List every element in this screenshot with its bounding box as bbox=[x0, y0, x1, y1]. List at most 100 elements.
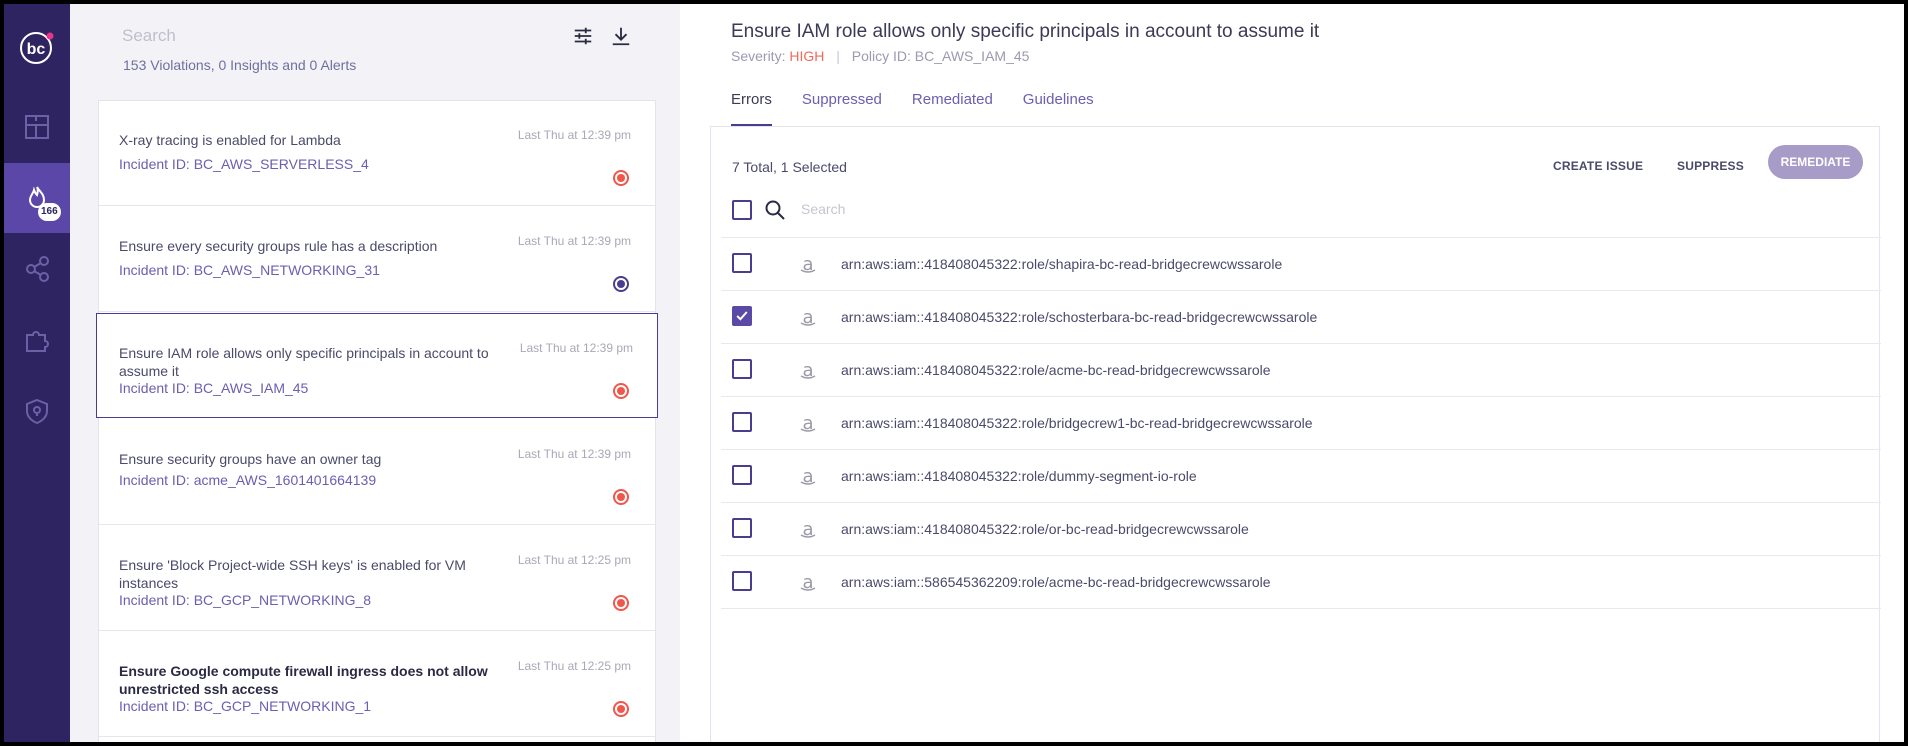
severity-indicator-icon bbox=[613, 276, 629, 292]
select-all-checkbox[interactable] bbox=[732, 200, 752, 220]
resource-checkbox[interactable] bbox=[732, 518, 752, 538]
shield-icon bbox=[26, 398, 48, 425]
resource-search-input[interactable] bbox=[801, 201, 1101, 217]
incident-card[interactable]: X-ray tracing is enabled for Lambda Inci… bbox=[99, 101, 655, 206]
resource-row: a arn:aws:iam::418408045322:role/dummy-s… bbox=[721, 449, 1881, 502]
incident-title: Ensure 'Block Project-wide SSH keys' is … bbox=[119, 557, 466, 591]
check-icon bbox=[736, 311, 748, 321]
incident-count-badge: 166 bbox=[38, 203, 61, 221]
resource-checkbox[interactable] bbox=[732, 306, 752, 326]
incident-card[interactable]: Ensure every security groups rule has a … bbox=[99, 207, 655, 312]
policy-meta: Severity: HIGH | Policy ID: BC_AWS_IAM_4… bbox=[731, 48, 1029, 64]
incident-title: Ensure Google compute firewall ingress d… bbox=[119, 663, 488, 697]
resource-row: a arn:aws:iam::418408045322:role/bridgec… bbox=[721, 396, 1881, 449]
incident-time: Last Thu at 12:39 pm bbox=[519, 341, 633, 355]
resource-arn: arn:aws:iam::418408045322:role/shapira-b… bbox=[841, 256, 1283, 272]
filter-button[interactable] bbox=[569, 22, 597, 50]
incident-time: Last Thu at 12:39 pm bbox=[517, 128, 631, 142]
resource-row: a arn:aws:iam::418408045322:role/acme-bc… bbox=[721, 343, 1881, 396]
incident-list-panel: 153 Violations, 0 Insights and 0 Alerts … bbox=[70, 4, 680, 742]
filter-sliders-icon bbox=[574, 27, 592, 45]
incident-time: Last Thu at 12:25 pm bbox=[517, 659, 631, 673]
download-icon bbox=[612, 27, 630, 46]
nav-graph[interactable] bbox=[4, 234, 70, 304]
tab-guidelines[interactable]: Guidelines bbox=[1023, 91, 1094, 127]
resource-checkbox[interactable] bbox=[732, 465, 752, 485]
incident-title: Ensure security groups have an owner tag bbox=[119, 451, 382, 467]
bridgecrew-logo-icon: bc bbox=[20, 32, 54, 64]
incident-time: Last Thu at 12:25 pm bbox=[517, 553, 631, 567]
incident-title: Ensure every security groups rule has a … bbox=[119, 238, 438, 254]
nav-rail: bc 166 bbox=[4, 4, 70, 742]
integrations-icon bbox=[26, 331, 49, 352]
incident-id: Incident ID: BC_AWS_SERVERLESS_4 bbox=[119, 156, 369, 172]
severity-indicator-icon bbox=[613, 595, 629, 611]
incident-time: Last Thu at 12:39 pm bbox=[517, 234, 631, 248]
incident-title: Ensure IAM role allows only specific pri… bbox=[119, 345, 489, 379]
tab-remediated[interactable]: Remediated bbox=[912, 91, 993, 127]
meta-separator: | bbox=[836, 48, 840, 64]
app-window: bc 166 Search 153 Violations, 0 Insights… bbox=[4, 4, 1904, 742]
nav-incidents[interactable]: 166 bbox=[4, 163, 70, 233]
nav-dashboard[interactable] bbox=[4, 92, 70, 162]
create-issue-button[interactable]: CREATE ISSUE bbox=[1553, 159, 1643, 173]
logo[interactable]: bc bbox=[17, 28, 57, 68]
tab-suppressed[interactable]: Suppressed bbox=[802, 91, 882, 127]
severity-indicator-icon bbox=[613, 170, 629, 186]
resource-arn: arn:aws:iam::418408045322:role/dummy-seg… bbox=[841, 468, 1197, 484]
resource-checkbox[interactable] bbox=[732, 412, 752, 432]
nav-integrations[interactable] bbox=[4, 305, 70, 375]
tab-errors[interactable]: Errors bbox=[731, 91, 772, 127]
resource-checkbox[interactable] bbox=[732, 253, 752, 273]
policy-id: Policy ID: BC_AWS_IAM_45 bbox=[851, 48, 1030, 64]
detail-tabs: Errors Suppressed Remediated Guidelines bbox=[731, 91, 1124, 127]
severity-indicator-icon bbox=[613, 383, 629, 399]
resource-row: a arn:aws:iam::418408045322:role/shapira… bbox=[721, 237, 1881, 290]
policy-title: Ensure IAM role allows only specific pri… bbox=[731, 21, 1320, 42]
search-icon bbox=[765, 200, 785, 220]
download-button[interactable] bbox=[607, 22, 635, 50]
incident-cards: X-ray tracing is enabled for Lambda Inci… bbox=[96, 100, 658, 742]
resource-arn: arn:aws:iam::418408045322:role/schosterb… bbox=[841, 309, 1318, 325]
dashboard-icon bbox=[25, 115, 49, 139]
severity-value: HIGH bbox=[789, 48, 825, 64]
table-divider bbox=[721, 608, 1881, 609]
incident-id: Incident ID: acme_AWS_1601401664139 bbox=[119, 472, 377, 488]
resource-row: a arn:aws:iam::418408045322:role/schoste… bbox=[721, 290, 1881, 343]
nav-policies[interactable] bbox=[4, 376, 70, 446]
incident-id: Incident ID: BC_AWS_NETWORKING_31 bbox=[119, 262, 380, 278]
resource-checkbox[interactable] bbox=[732, 359, 752, 379]
amazon-icon: a bbox=[800, 307, 816, 328]
incident-id: Incident ID: BC_AWS_IAM_45 bbox=[119, 380, 309, 396]
svg-text:bc: bc bbox=[27, 41, 46, 58]
resource-arn: arn:aws:iam::418408045322:role/bridgecre… bbox=[841, 415, 1313, 431]
incident-search-input[interactable] bbox=[122, 26, 522, 46]
incident-card[interactable]: Ensure Google compute firewall ingress d… bbox=[99, 632, 655, 737]
incident-card[interactable]: Ensure security groups have an owner tag… bbox=[99, 420, 655, 525]
graph-icon bbox=[26, 256, 49, 282]
severity-indicator-icon bbox=[613, 489, 629, 505]
severity-label: Severity: bbox=[731, 48, 786, 64]
incident-id: Incident ID: BC_GCP_NETWORKING_1 bbox=[119, 698, 372, 714]
incident-card[interactable]: Ensure 'Block Project-wide SSH keys' is … bbox=[99, 526, 655, 631]
selection-total: 7 Total, 1 Selected bbox=[732, 159, 847, 175]
incident-time: Last Thu at 12:39 pm bbox=[517, 447, 631, 461]
violations-summary: 153 Violations, 0 Insights and 0 Alerts bbox=[123, 57, 357, 73]
resource-checkbox[interactable] bbox=[732, 571, 752, 591]
remediate-button[interactable]: REMEDIATE bbox=[1768, 145, 1863, 179]
amazon-icon: a bbox=[800, 413, 816, 434]
amazon-icon: a bbox=[800, 254, 816, 275]
resource-arn: arn:aws:iam::586545362209:role/acme-bc-r… bbox=[841, 574, 1271, 590]
amazon-icon: a bbox=[800, 572, 816, 593]
incident-card-selected[interactable]: Ensure IAM role allows only specific pri… bbox=[96, 313, 658, 418]
resource-arn: arn:aws:iam::418408045322:role/or-bc-rea… bbox=[841, 521, 1249, 537]
amazon-icon: a bbox=[800, 466, 816, 487]
resource-arn: arn:aws:iam::418408045322:role/acme-bc-r… bbox=[841, 362, 1271, 378]
amazon-icon: a bbox=[800, 360, 816, 381]
incident-title: X-ray tracing is enabled for Lambda bbox=[119, 132, 341, 148]
resource-row: a arn:aws:iam::586545362209:role/acme-bc… bbox=[721, 555, 1881, 608]
severity-indicator-icon bbox=[613, 701, 629, 717]
policy-detail-panel: Ensure IAM role allows only specific pri… bbox=[680, 4, 1904, 742]
resource-row: a arn:aws:iam::418408045322:role/or-bc-r… bbox=[721, 502, 1881, 555]
suppress-button[interactable]: SUPPRESS bbox=[1677, 159, 1744, 173]
